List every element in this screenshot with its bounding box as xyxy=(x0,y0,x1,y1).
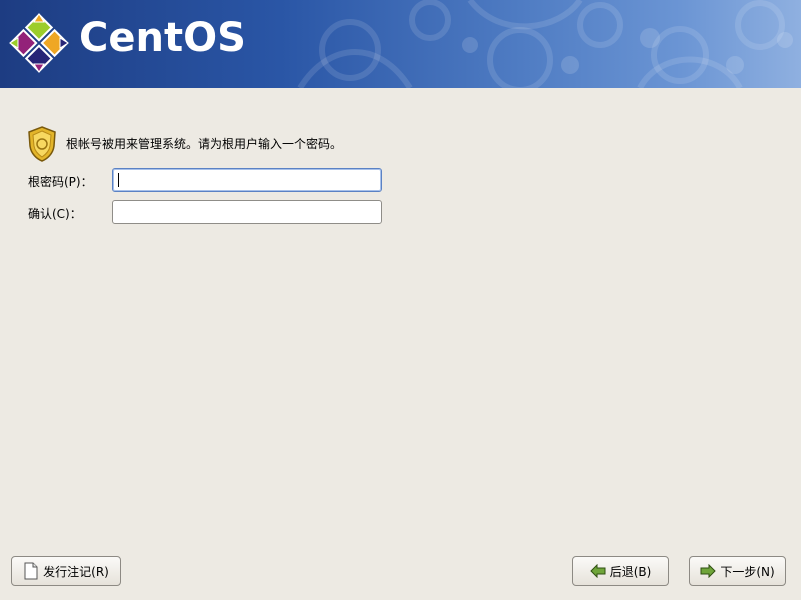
document-icon xyxy=(24,562,38,580)
back-label: 后退(B) xyxy=(609,564,652,579)
security-badge-icon xyxy=(28,126,56,162)
release-notes-label: 发行注记(R) xyxy=(43,564,109,579)
next-label: 下一步(N) xyxy=(720,564,775,579)
root-password-label: 根密码(P)： xyxy=(28,175,93,189)
root-password-panel: 根帐号被用来管理系统。请为根用户输入一个密码。 根密码(P)： 确认(C)： xyxy=(0,88,801,600)
confirm-password-input[interactable] xyxy=(112,200,382,224)
back-button[interactable]: 后退(B) xyxy=(572,556,669,586)
release-notes-button[interactable]: 发行注记(R) xyxy=(11,556,121,586)
next-button[interactable]: 下一步(N) xyxy=(689,556,786,586)
header-banner: CentOS xyxy=(0,0,801,88)
confirm-password-label: 确认(C)： xyxy=(28,207,82,221)
arrow-right-icon xyxy=(700,564,717,578)
arrow-left-icon xyxy=(589,564,606,578)
intro-text: 根帐号被用来管理系统。请为根用户输入一个密码。 xyxy=(66,137,343,151)
brand-name: CentOS xyxy=(79,15,246,61)
root-password-input[interactable] xyxy=(112,168,382,192)
centos-logo-icon xyxy=(9,13,69,73)
text-cursor xyxy=(118,173,119,187)
